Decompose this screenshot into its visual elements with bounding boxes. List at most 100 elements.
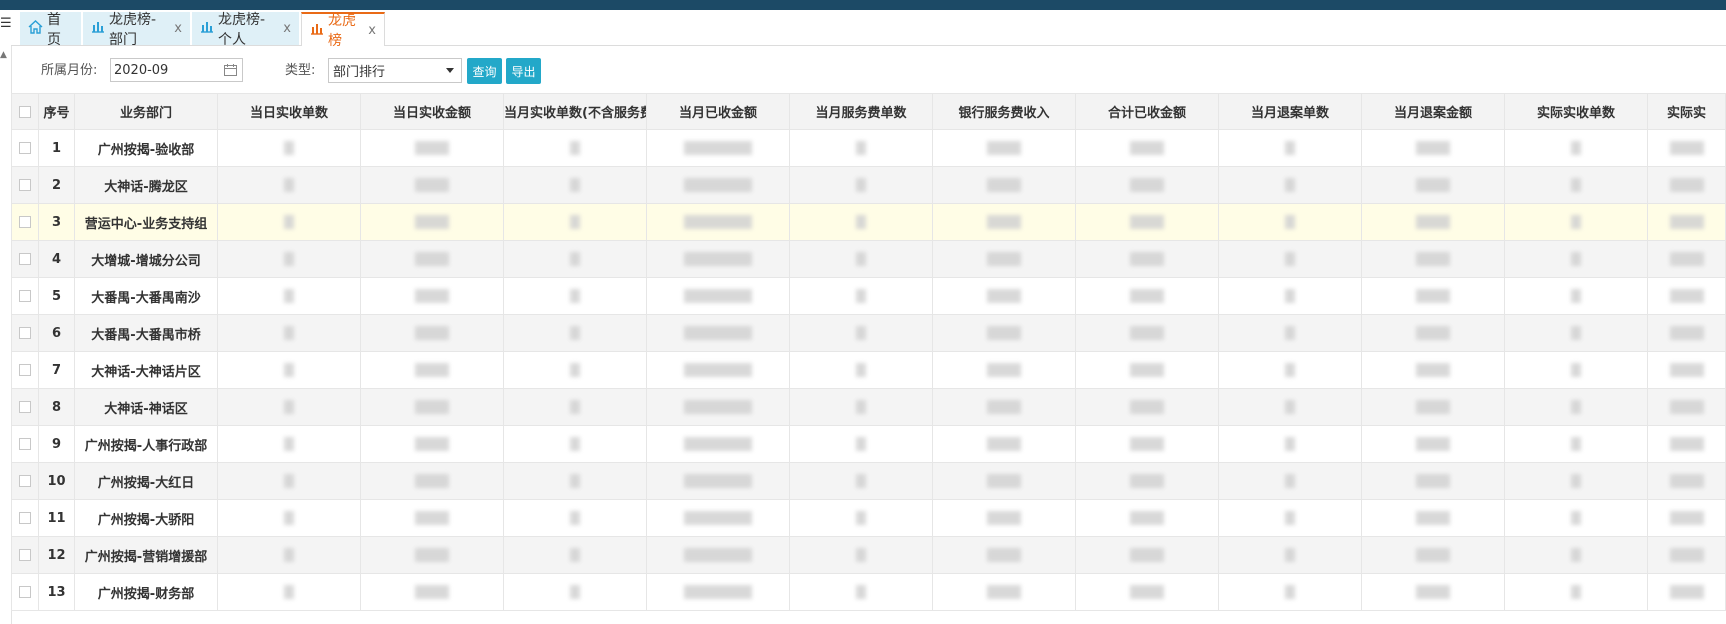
redacted-value	[856, 178, 866, 192]
redacted-value	[284, 178, 294, 192]
redacted-value-cell	[1647, 129, 1726, 167]
calendar-icon[interactable]	[224, 64, 237, 76]
row-checkbox[interactable]	[19, 142, 31, 154]
menu-icon[interactable]: ☰	[0, 14, 12, 34]
row-checkbox-cell[interactable]	[11, 536, 39, 574]
type-select[interactable]: 部门排行	[328, 58, 462, 83]
table-row[interactable]: 7 大神话-大神话片区	[11, 351, 1726, 389]
close-icon[interactable]: x	[174, 21, 182, 36]
tab-dragon-tiger-dept[interactable]: 龙虎榜-部门 x	[83, 12, 190, 48]
redacted-value-cell	[1218, 129, 1362, 167]
redacted-value-cell	[1075, 573, 1219, 611]
row-checkbox[interactable]	[19, 586, 31, 598]
home-icon	[28, 19, 43, 38]
table-row[interactable]: 9 广州按揭-人事行政部	[11, 425, 1726, 463]
redacted-value-cell	[1075, 462, 1219, 500]
redacted-value	[684, 585, 752, 599]
row-checkbox-cell[interactable]	[11, 314, 39, 352]
redacted-value-cell	[1647, 240, 1726, 278]
table-row[interactable]: 2 大神话-腾龙区	[11, 166, 1726, 204]
month-input[interactable]: 2020-09	[110, 58, 243, 82]
tab-home[interactable]: 首页	[20, 12, 81, 48]
row-checkbox[interactable]	[19, 401, 31, 413]
row-checkbox[interactable]	[19, 512, 31, 524]
row-checkbox-cell[interactable]	[11, 203, 39, 241]
redacted-value-cell	[1218, 277, 1362, 315]
type-value: 部门排行	[333, 65, 386, 80]
redacted-value-cell	[360, 166, 504, 204]
table-row[interactable]: 5 大番禺-大番禺南沙	[11, 277, 1726, 315]
redacted-value	[1130, 363, 1164, 377]
query-button[interactable]: 查询	[467, 58, 502, 84]
redacted-value	[284, 289, 294, 303]
table-row[interactable]: 12 广州按揭-营销增援部	[11, 536, 1726, 574]
table-row[interactable]: 10 广州按揭-大红日	[11, 462, 1726, 500]
redacted-value-cell	[1075, 166, 1219, 204]
row-index: 5	[38, 277, 75, 315]
redacted-value	[415, 215, 449, 229]
row-checkbox[interactable]	[19, 216, 31, 228]
redacted-value-cell	[503, 499, 647, 537]
row-checkbox-cell[interactable]	[11, 499, 39, 537]
redacted-value	[1571, 474, 1581, 488]
row-checkbox-cell[interactable]	[11, 573, 39, 611]
row-checkbox[interactable]	[19, 475, 31, 487]
row-department: 大神话-大神话片区	[74, 351, 218, 389]
redacted-value	[987, 326, 1021, 340]
export-button[interactable]: 导出	[506, 58, 541, 84]
row-checkbox-cell[interactable]	[11, 240, 39, 278]
collapse-arrow-icon[interactable]: ▲	[0, 48, 10, 62]
redacted-value	[1416, 437, 1450, 451]
tab-bar: 首页 龙虎榜-部门 x 龙虎榜-个人 x 龙虎榜 x	[11, 10, 1726, 49]
redacted-value-cell	[1361, 499, 1505, 537]
select-all-checkbox-cell[interactable]	[11, 93, 39, 130]
row-checkbox-cell[interactable]	[11, 462, 39, 500]
close-icon[interactable]: x	[283, 21, 291, 36]
redacted-value	[284, 252, 294, 266]
close-icon[interactable]: x	[368, 23, 376, 38]
redacted-value	[1669, 437, 1704, 451]
redacted-value-cell	[217, 425, 361, 463]
table-row[interactable]: 11 广州按揭-大骄阳	[11, 499, 1726, 537]
row-checkbox-cell[interactable]	[11, 388, 39, 426]
tab-dragon-tiger-personal[interactable]: 龙虎榜-个人 x	[192, 12, 299, 48]
row-checkbox[interactable]	[19, 438, 31, 450]
redacted-value-cell	[1504, 499, 1648, 537]
row-checkbox-cell[interactable]	[11, 277, 39, 315]
table-row[interactable]: 8 大神话-神话区	[11, 388, 1726, 426]
redacted-value-cell	[360, 388, 504, 426]
redacted-value-cell	[503, 351, 647, 389]
table-row[interactable]: 6 大番禺-大番禺市桥	[11, 314, 1726, 352]
tab-dragon-tiger[interactable]: 龙虎榜 x	[301, 12, 385, 49]
select-all-checkbox[interactable]	[19, 105, 31, 118]
row-checkbox-cell[interactable]	[11, 425, 39, 463]
redacted-value-cell	[503, 277, 647, 315]
redacted-value	[1130, 141, 1164, 155]
table-row[interactable]: 4 大增城-增城分公司	[11, 240, 1726, 278]
row-checkbox[interactable]	[19, 549, 31, 561]
row-checkbox-cell[interactable]	[11, 129, 39, 167]
table-row[interactable]: 3 营运中心-业务支持组	[11, 203, 1726, 241]
redacted-value-cell	[1504, 277, 1648, 315]
redacted-value	[1416, 511, 1450, 525]
redacted-value	[684, 511, 752, 525]
row-checkbox[interactable]	[19, 327, 31, 339]
redacted-value-cell	[646, 573, 790, 611]
row-checkbox-cell[interactable]	[11, 351, 39, 389]
redacted-value-cell	[503, 166, 647, 204]
redacted-value	[856, 326, 866, 340]
redacted-value	[856, 400, 866, 414]
row-checkbox[interactable]	[19, 253, 31, 265]
row-checkbox[interactable]	[19, 179, 31, 191]
redacted-value	[856, 548, 866, 562]
redacted-value	[1669, 363, 1704, 377]
row-checkbox[interactable]	[19, 290, 31, 302]
redacted-value-cell	[1504, 314, 1648, 352]
redacted-value	[856, 141, 866, 155]
table-row[interactable]: 1 广州按揭-验收部	[11, 129, 1726, 167]
row-checkbox[interactable]	[19, 364, 31, 376]
table-row[interactable]: 13 广州按揭-财务部	[11, 573, 1726, 611]
redacted-value-cell	[646, 129, 790, 167]
row-checkbox-cell[interactable]	[11, 166, 39, 204]
column-header: 业务部门	[74, 93, 218, 130]
